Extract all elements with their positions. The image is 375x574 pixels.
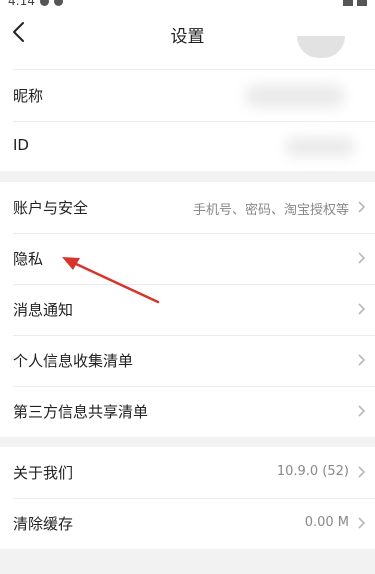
chevron-right-icon bbox=[358, 201, 366, 213]
about-us-label: 关于我们 bbox=[13, 464, 74, 482]
about-card: 关于我们 10.9.0 (52) 清除缓存 0.00 M bbox=[0, 447, 375, 549]
about-us-row[interactable]: 关于我们 10.9.0 (52) bbox=[0, 447, 375, 498]
chevron-right-icon bbox=[358, 354, 366, 366]
battery-icon bbox=[357, 0, 367, 6]
clear-cache-label: 清除缓存 bbox=[13, 515, 74, 533]
chevron-right-icon bbox=[358, 252, 366, 264]
chevron-right-icon bbox=[358, 303, 366, 315]
privacy-label: 隐私 bbox=[13, 250, 44, 268]
chevron-right-icon bbox=[358, 405, 366, 417]
account-security-label: 账户与安全 bbox=[13, 199, 89, 217]
profile-card: 昵称 ID bbox=[0, 36, 375, 172]
notification-icon bbox=[54, 0, 63, 6]
third-party-sharing-label: 第三方信息共享清单 bbox=[13, 403, 149, 421]
status-notification-icons bbox=[40, 0, 63, 6]
notifications-label: 消息通知 bbox=[13, 301, 74, 319]
account-card: 账户与安全 手机号、密码、淘宝授权等 隐私 消息通知 个人信息收集清单 第三方信… bbox=[0, 182, 375, 437]
cache-size-value: 0.00 M bbox=[304, 515, 349, 530]
privacy-row[interactable]: 隐私 bbox=[0, 233, 375, 284]
app-version-value: 10.9.0 (52) bbox=[276, 464, 349, 479]
wifi-icon bbox=[343, 0, 353, 6]
account-security-row[interactable]: 账户与安全 手机号、密码、淘宝授权等 bbox=[0, 182, 375, 233]
third-party-sharing-row[interactable]: 第三方信息共享清单 bbox=[0, 386, 375, 437]
status-system-icons bbox=[343, 0, 367, 6]
account-security-value: 手机号、密码、淘宝授权等 bbox=[192, 203, 349, 218]
personal-info-list-label: 个人信息收集清单 bbox=[13, 352, 134, 370]
notifications-row[interactable]: 消息通知 bbox=[0, 284, 375, 335]
status-bar: 4:14 bbox=[0, 0, 375, 10]
id-row[interactable]: ID bbox=[0, 121, 375, 172]
personal-info-list-row[interactable]: 个人信息收集清单 bbox=[0, 335, 375, 386]
chevron-right-icon bbox=[358, 466, 366, 478]
notification-icon bbox=[40, 0, 49, 6]
id-label: ID bbox=[13, 136, 29, 154]
id-value-blurred bbox=[285, 137, 355, 157]
nickname-label: 昵称 bbox=[13, 87, 44, 105]
nickname-row[interactable]: 昵称 bbox=[0, 70, 375, 121]
clear-cache-row[interactable]: 清除缓存 0.00 M bbox=[0, 498, 375, 549]
chevron-right-icon bbox=[358, 517, 366, 529]
nickname-value-blurred bbox=[245, 84, 345, 108]
status-time: 4:14 bbox=[8, 0, 35, 8]
